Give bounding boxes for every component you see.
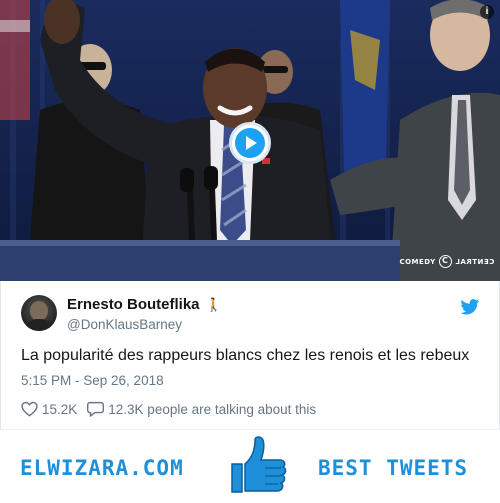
channel-watermark: COMEDY C CENTRAL xyxy=(399,255,494,268)
author-handle[interactable]: @DonKlausBarney xyxy=(67,317,182,332)
conversation-link[interactable]: 12.3K people are talking about this xyxy=(108,402,316,417)
thumbs-up-icon xyxy=(231,436,287,493)
tweet-text: La popularité des rappeurs blancs chez l… xyxy=(21,347,470,364)
tweet-card: Ernesto Bouteflika 🚶 @DonKlausBarney La … xyxy=(0,281,500,429)
tweet-actions: 15.2K 12.3K people are talking about thi… xyxy=(21,401,316,417)
tagline: BEST TWEETS xyxy=(318,456,469,480)
tweet-timestamp[interactable]: 5:15 PM - Sep 26, 2018 xyxy=(21,373,164,388)
author-name-text: Ernesto Bouteflika xyxy=(67,296,200,313)
speech-bubble-icon[interactable] xyxy=(87,401,105,417)
video-thumbnail[interactable]: i COMEDY C CENTRAL xyxy=(0,0,500,281)
like-count[interactable]: 15.2K xyxy=(42,402,77,417)
site-name: ELWIZARA.COM xyxy=(20,456,184,480)
heart-icon[interactable] xyxy=(21,401,38,417)
twitter-bird-icon[interactable] xyxy=(460,299,480,315)
play-button[interactable] xyxy=(229,122,271,164)
comedy-central-logo-icon: C xyxy=(438,255,452,268)
avatar[interactable] xyxy=(21,295,57,331)
brand-footer: ELWIZARA.COM BEST TWEETS xyxy=(0,429,500,503)
info-icon[interactable]: i xyxy=(480,5,494,19)
watermark-brand: COMEDY xyxy=(399,257,436,266)
author-name[interactable]: Ernesto Bouteflika 🚶 xyxy=(67,296,222,313)
walking-person-emoji: 🚶 xyxy=(205,297,222,312)
play-icon xyxy=(235,128,265,158)
watermark-mirrored: CENTRAL xyxy=(454,257,494,266)
